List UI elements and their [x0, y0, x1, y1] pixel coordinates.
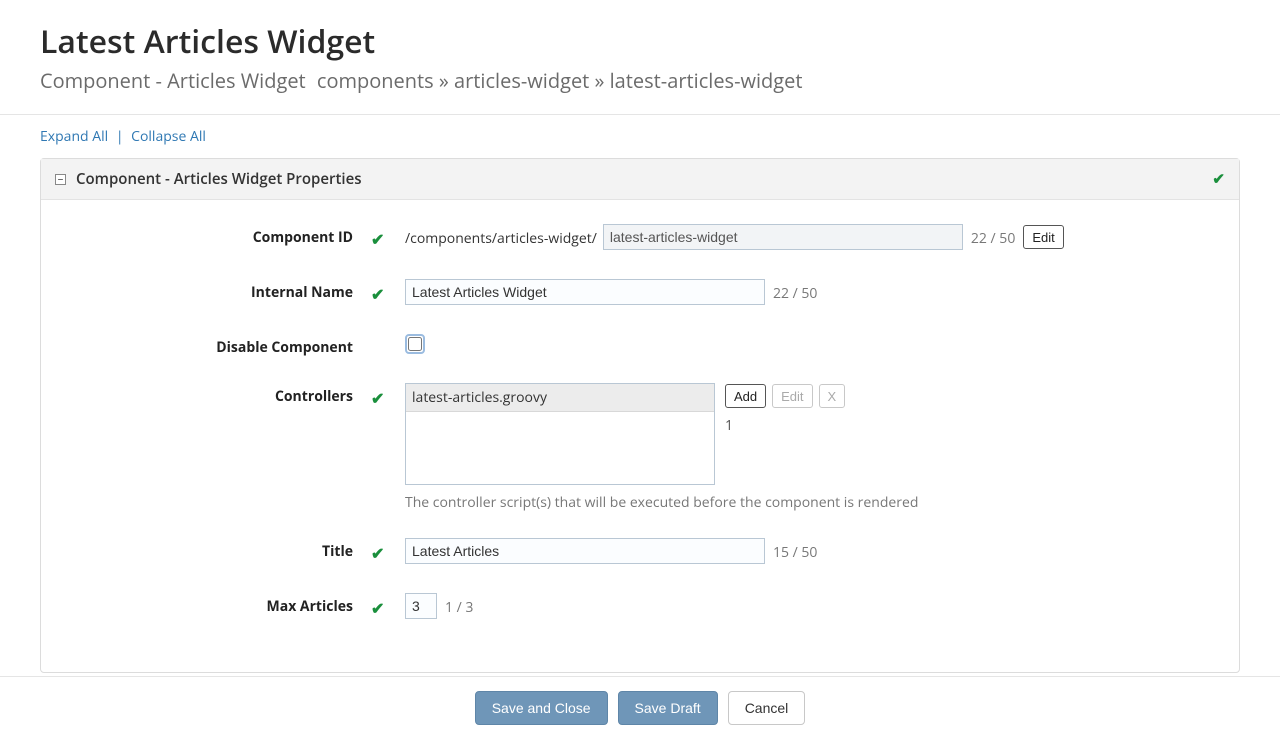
edit-component-id-button[interactable]: Edit: [1023, 225, 1063, 249]
row-internal-name: Internal Name 22 / 50: [61, 279, 1219, 308]
list-item[interactable]: latest-articles.groovy: [406, 384, 714, 412]
controllers-count: 1: [725, 416, 845, 435]
row-controllers: Controllers latest-articles.groovy Add E…: [61, 383, 1219, 512]
check-icon: [371, 228, 384, 250]
controllers-add-button[interactable]: Add: [725, 384, 766, 408]
collapse-icon[interactable]: −: [55, 174, 66, 185]
separator: |: [112, 127, 128, 146]
row-max-articles: Max Articles 1 / 3: [61, 593, 1219, 622]
row-title: Title 15 / 50: [61, 538, 1219, 567]
save-draft-button[interactable]: Save Draft: [618, 691, 718, 725]
label-controllers: Controllers: [61, 383, 371, 406]
max-articles-input[interactable]: [405, 593, 437, 619]
component-id-counter: 22 / 50: [963, 224, 1023, 253]
max-articles-counter: 1 / 3: [437, 593, 481, 622]
panel-header[interactable]: − Component - Articles Widget Properties: [41, 159, 1239, 200]
internal-name-counter: 22 / 50: [765, 279, 825, 308]
page-header: Latest Articles Widget Component - Artic…: [0, 0, 1280, 115]
controllers-delete-button[interactable]: X: [819, 384, 846, 408]
save-and-close-button[interactable]: Save and Close: [475, 691, 608, 725]
page-subtitle: Component - Articles Widget components »…: [40, 67, 1240, 94]
breadcrumb: components » articles-widget » latest-ar…: [317, 67, 803, 94]
collapse-all-link[interactable]: Collapse All: [131, 127, 206, 146]
title-input[interactable]: [405, 538, 765, 564]
component-type: Component - Articles Widget: [40, 67, 306, 94]
disable-component-checkbox[interactable]: [408, 337, 422, 351]
footer-actions: Save and Close Save Draft Cancel: [0, 676, 1280, 743]
check-icon: [371, 283, 384, 305]
expand-collapse-toolbar: Expand All | Collapse All: [0, 115, 1280, 158]
disable-component-checkbox-wrap: [405, 334, 425, 354]
panel-title: Component - Articles Widget Properties: [76, 169, 362, 189]
label-disable-component: Disable Component: [61, 334, 371, 357]
label-title: Title: [61, 538, 371, 561]
properties-panel: − Component - Articles Widget Properties…: [40, 158, 1240, 673]
controllers-listbox[interactable]: latest-articles.groovy: [405, 383, 715, 485]
component-id-input[interactable]: [603, 224, 963, 250]
label-internal-name: Internal Name: [61, 279, 371, 302]
check-icon: [371, 542, 384, 564]
controllers-edit-button[interactable]: Edit: [772, 384, 812, 408]
label-max-articles: Max Articles: [61, 593, 371, 616]
component-id-prefix: /components/articles-widget/: [405, 224, 603, 248]
controllers-help: The controller script(s) that will be ex…: [405, 493, 1219, 512]
label-component-id: Component ID: [61, 224, 371, 247]
check-icon: [371, 387, 384, 409]
check-icon: [371, 597, 384, 619]
expand-all-link[interactable]: Expand All: [40, 127, 108, 146]
row-component-id: Component ID /components/articles-widget…: [61, 224, 1219, 253]
row-disable-component: Disable Component: [61, 334, 1219, 357]
internal-name-input[interactable]: [405, 279, 765, 305]
page-title: Latest Articles Widget: [40, 20, 1240, 63]
cancel-button[interactable]: Cancel: [728, 691, 806, 725]
check-icon: [1212, 169, 1225, 189]
panel-body: Component ID /components/articles-widget…: [41, 200, 1239, 672]
title-counter: 15 / 50: [765, 538, 825, 567]
